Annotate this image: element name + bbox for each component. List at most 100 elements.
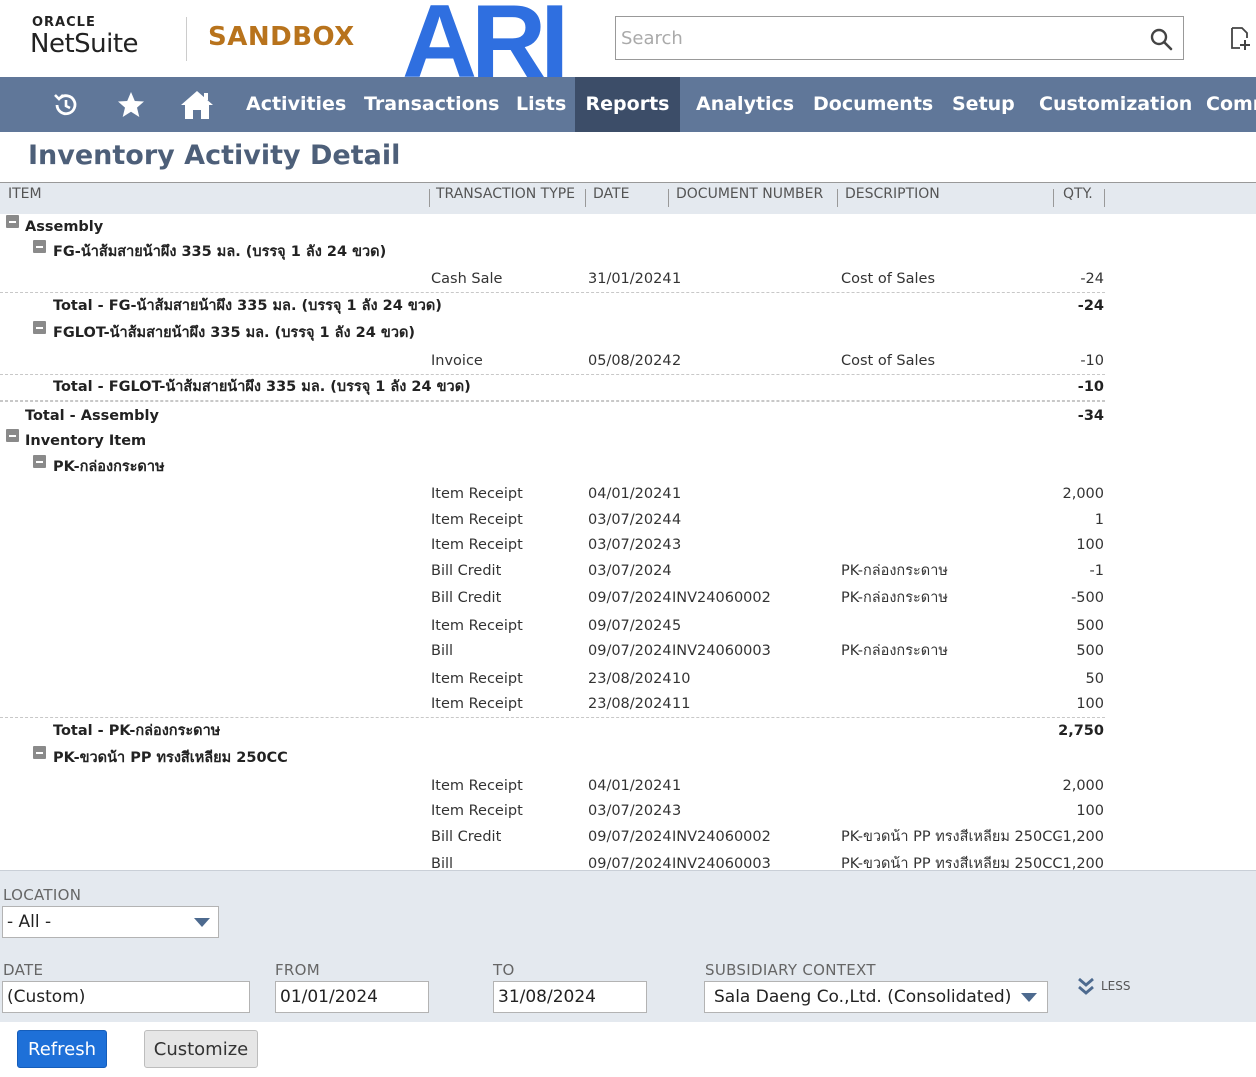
collapse-icon[interactable] — [6, 215, 19, 228]
location-select[interactable]: - All - — [2, 906, 219, 938]
date-cell: 09/07/2024 — [588, 618, 672, 634]
column-date[interactable]: DATE — [593, 186, 629, 202]
document-number-cell[interactable]: 2 — [672, 349, 681, 373]
date-cell: 03/07/2024 — [588, 537, 672, 553]
nav-transactions[interactable]: Transactions — [348, 77, 515, 132]
document-number-cell[interactable]: 1 — [672, 482, 681, 506]
less-label[interactable]: LESS — [1101, 979, 1131, 993]
transaction-type-cell[interactable]: Item Receipt — [431, 774, 523, 798]
favorites-star-icon[interactable] — [105, 77, 157, 132]
total-qty: -34 — [1077, 408, 1104, 424]
from-date-field[interactable]: 01/01/2024 — [275, 981, 429, 1013]
nav-documents[interactable]: Documents — [797, 77, 949, 132]
qty-cell: 500 — [1076, 618, 1104, 634]
column-document-number[interactable]: DOCUMENT NUMBER — [676, 186, 823, 202]
document-number-cell[interactable]: 1 — [672, 267, 681, 291]
document-number-cell[interactable]: 5 — [672, 614, 681, 638]
refresh-button[interactable]: Refresh — [17, 1030, 107, 1068]
nav-customization[interactable]: Customization — [1023, 77, 1208, 132]
nav-activities[interactable]: Activities — [230, 77, 362, 132]
transaction-type-cell[interactable]: Bill Credit — [431, 559, 501, 583]
transaction-type-cell[interactable]: Item Receipt — [431, 799, 523, 823]
table-row: Cash Sale 31/01/2024 1 Cost of Sales -24 — [0, 267, 1256, 291]
column-separator[interactable] — [1053, 189, 1054, 207]
subsidiary-label: SUBSIDIARY CONTEXT — [705, 961, 876, 979]
transaction-type-cell[interactable]: Item Receipt — [431, 667, 523, 691]
column-transaction-type[interactable]: TRANSACTION TYPE — [436, 186, 575, 202]
qty-cell: 50 — [1085, 671, 1104, 687]
transaction-type-cell[interactable]: Item Receipt — [431, 508, 523, 532]
group-label: Assembly — [25, 219, 104, 235]
collapse-icon[interactable] — [33, 240, 46, 253]
subsidiary-select[interactable]: Sala Daeng Co.,Ltd. (Consolidated) — [704, 981, 1048, 1013]
home-icon[interactable] — [171, 77, 223, 132]
date-cell: 04/01/2024 — [588, 778, 672, 794]
search-icon[interactable] — [1149, 27, 1173, 51]
to-date-field[interactable]: 31/08/2024 — [493, 981, 647, 1013]
transaction-type-cell[interactable]: Item Receipt — [431, 533, 523, 557]
qty-cell: 1,200 — [1062, 856, 1104, 870]
column-qty[interactable]: QTY. — [1063, 186, 1093, 202]
document-number-cell[interactable]: INV24060002 — [672, 825, 771, 849]
collapse-icon[interactable] — [33, 746, 46, 759]
document-number-cell[interactable]: INV24060002 — [672, 586, 771, 610]
transaction-type-cell[interactable]: Bill — [431, 639, 453, 663]
document-number-cell[interactable]: 3 — [672, 533, 681, 557]
less-toggle[interactable]: LESS — [1077, 976, 1131, 996]
from-label: FROM — [275, 961, 320, 979]
double-chevron-up-icon[interactable] — [1077, 976, 1095, 996]
chevron-down-icon[interactable] — [194, 918, 210, 927]
collapse-icon[interactable] — [6, 429, 19, 442]
column-separator[interactable] — [585, 189, 586, 207]
column-separator[interactable] — [837, 189, 838, 207]
chevron-down-icon[interactable] — [1021, 993, 1037, 1002]
group-row: FG-น้าส้มสายน้าผึง 335 มล. (บรรจุ 1 ลัง … — [0, 240, 1256, 264]
transaction-type-cell[interactable]: Item Receipt — [431, 614, 523, 638]
row-divider — [0, 401, 1105, 402]
group-row: FGLOT-น้าส้มสายน้าผึง 335 มล. (บรรจุ 1 ล… — [0, 321, 1256, 345]
transaction-type-cell[interactable]: Invoice — [431, 349, 483, 373]
nav-commerce[interactable]: Comm — [1190, 77, 1256, 132]
nav-reports[interactable]: Reports — [575, 77, 680, 132]
recent-records-icon[interactable] — [40, 77, 92, 132]
transaction-type-cell[interactable]: Bill Credit — [431, 825, 501, 849]
group-row: Assembly — [0, 215, 1256, 239]
nav-setup[interactable]: Setup — [936, 77, 1031, 132]
group-row: PK-ขวดน้า PP ทรงสีเหลียม 250CC — [0, 746, 1256, 770]
column-item[interactable]: ITEM — [8, 186, 42, 202]
document-number-cell[interactable]: 4 — [672, 508, 681, 532]
total-qty: -24 — [1077, 298, 1104, 314]
date-range-field[interactable]: (Custom) — [2, 981, 250, 1013]
document-number-cell[interactable]: 3 — [672, 799, 681, 823]
document-number-cell[interactable]: 11 — [672, 692, 690, 716]
document-number-cell[interactable]: INV24060003 — [672, 852, 771, 870]
column-separator[interactable] — [429, 189, 430, 207]
collapse-icon[interactable] — [33, 455, 46, 468]
search-input[interactable] — [616, 17, 1143, 59]
subsidiary-value: Sala Daeng Co.,Ltd. (Consolidated) — [714, 987, 1012, 1007]
netsuite-logo[interactable]: NetSuite — [30, 29, 139, 59]
transaction-type-cell[interactable]: Item Receipt — [431, 482, 523, 506]
row-divider — [0, 717, 1105, 718]
transaction-type-cell[interactable]: Cash Sale — [431, 267, 502, 291]
table-row: Item Receipt 23/08/2024 10 50 — [0, 667, 1256, 691]
transaction-type-cell[interactable]: Bill Credit — [431, 586, 501, 610]
location-label: LOCATION — [3, 886, 82, 904]
document-number-cell[interactable]: INV24060003 — [672, 639, 771, 663]
create-new-icon[interactable] — [1228, 26, 1252, 52]
transaction-type-cell[interactable]: Item Receipt — [431, 692, 523, 716]
document-number-cell[interactable]: 1 — [672, 774, 681, 798]
nav-lists[interactable]: Lists — [500, 77, 582, 132]
document-number-cell[interactable]: 10 — [672, 667, 690, 691]
column-description[interactable]: DESCRIPTION — [845, 186, 940, 202]
group-row: Inventory Item — [0, 429, 1256, 453]
nav-analytics[interactable]: Analytics — [680, 77, 810, 132]
table-row: Item Receipt 04/01/2024 1 2,000 — [0, 482, 1256, 506]
global-search[interactable] — [615, 16, 1184, 60]
column-separator[interactable] — [668, 189, 669, 207]
transaction-type-cell[interactable]: Bill — [431, 852, 453, 870]
column-separator[interactable] — [1104, 189, 1105, 207]
collapse-icon[interactable] — [33, 321, 46, 334]
qty-cell: 100 — [1076, 803, 1104, 819]
customize-button[interactable]: Customize — [144, 1030, 258, 1068]
